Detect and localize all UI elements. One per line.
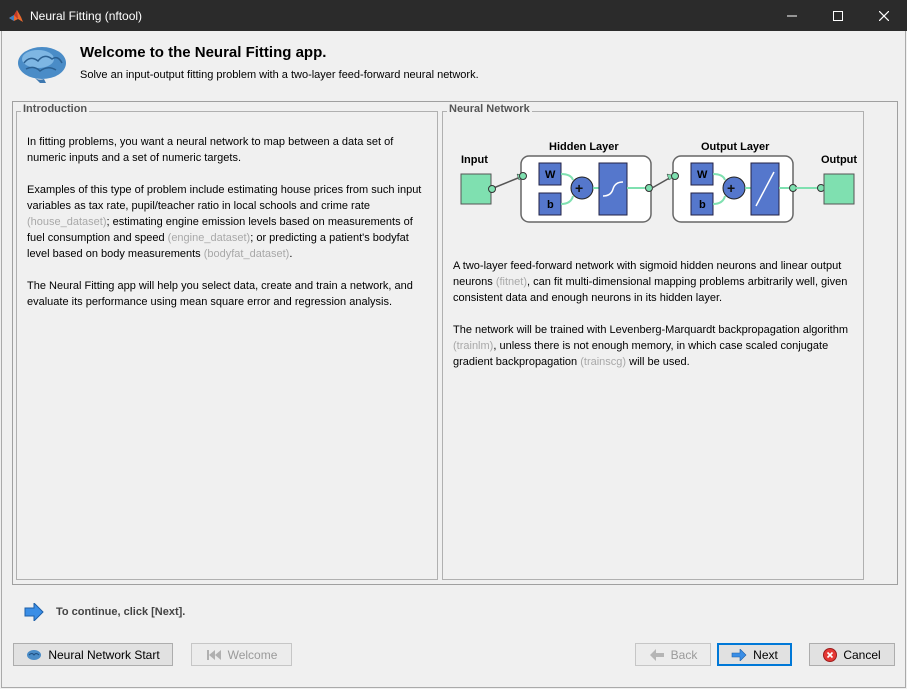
arrow-right-icon bbox=[24, 603, 44, 621]
maximize-button[interactable] bbox=[815, 0, 861, 31]
neural-network-legend: Neural Network bbox=[447, 103, 532, 115]
cancel-button[interactable]: Cancel bbox=[809, 643, 895, 666]
title-bar: Neural Fitting (nftool) bbox=[0, 0, 907, 31]
engine-dataset-link[interactable]: (engine_dataset) bbox=[168, 232, 251, 244]
minimize-icon bbox=[787, 15, 797, 16]
continue-text: To continue, click [Next]. bbox=[56, 606, 186, 618]
brain-icon bbox=[18, 47, 66, 83]
input-label: Input bbox=[461, 154, 488, 166]
hidden-layer-label: Hidden Layer bbox=[549, 141, 619, 153]
introduction-group: Introduction In fitting problems, you wa… bbox=[16, 103, 438, 580]
trainscg-link[interactable]: (trainscg) bbox=[580, 356, 626, 368]
content-panel: Introduction In fitting problems, you wa… bbox=[12, 101, 898, 585]
close-button[interactable] bbox=[861, 0, 907, 31]
arrow-left-icon bbox=[649, 648, 664, 661]
intro-paragraph-1: In fitting problems, you want a neural n… bbox=[27, 136, 394, 164]
next-button[interactable]: Next bbox=[717, 643, 792, 666]
fitnet-link[interactable]: (fitnet) bbox=[496, 276, 527, 288]
window-title: Neural Fitting (nftool) bbox=[30, 8, 143, 23]
arrow-right-icon bbox=[731, 648, 747, 661]
bodyfat-dataset-link[interactable]: (bodyfat_dataset) bbox=[204, 248, 290, 260]
skip-back-icon bbox=[206, 649, 221, 660]
trainlm-link[interactable]: (trainlm) bbox=[453, 340, 493, 352]
page-title: Welcome to the Neural Fitting app. bbox=[80, 44, 327, 61]
cancel-icon bbox=[823, 647, 838, 662]
app-window: Welcome to the Neural Fitting app. Solve… bbox=[1, 31, 906, 688]
hidden-w-label: W bbox=[545, 169, 556, 181]
brain-small-icon bbox=[27, 649, 42, 660]
neural-network-group: Neural Network Input Hidden Layer W b + … bbox=[442, 103, 864, 580]
back-button[interactable]: Back bbox=[635, 643, 711, 666]
intro-paragraph-2: Examples of this type of problem include… bbox=[27, 184, 422, 260]
introduction-legend: Introduction bbox=[21, 103, 90, 115]
network-paragraph-1: A two-layer feed-forward network with si… bbox=[453, 260, 848, 304]
output-node bbox=[823, 173, 855, 205]
hidden-plus-label: + bbox=[575, 180, 583, 196]
output-plus-label: + bbox=[727, 180, 735, 196]
output-layer-label: Output Layer bbox=[701, 141, 770, 153]
matlab-logo-icon bbox=[9, 9, 23, 22]
hidden-b-label: b bbox=[547, 199, 554, 211]
continue-hint: To continue, click [Next]. bbox=[24, 603, 185, 621]
house-dataset-link[interactable]: (house_dataset) bbox=[27, 216, 107, 228]
page-subtitle: Solve an input-output fitting problem wi… bbox=[80, 69, 479, 81]
network-text: A two-layer feed-forward network with si… bbox=[453, 258, 859, 386]
header: Welcome to the Neural Fitting app. Solve… bbox=[2, 31, 907, 99]
network-paragraph-2: The network will be trained with Levenbe… bbox=[453, 324, 848, 368]
input-node bbox=[460, 173, 492, 205]
neural-network-start-button[interactable]: Neural Network Start bbox=[13, 643, 173, 666]
output-label: Output bbox=[821, 154, 857, 166]
minimize-button[interactable] bbox=[769, 0, 815, 31]
welcome-button[interactable]: Welcome bbox=[191, 643, 292, 666]
network-diagram: Input Hidden Layer W b + Output Layer W … bbox=[460, 141, 857, 223]
maximize-icon bbox=[833, 10, 843, 21]
introduction-text: In fitting problems, you want a neural n… bbox=[27, 134, 427, 326]
close-icon bbox=[879, 10, 889, 21]
output-w-label: W bbox=[697, 169, 708, 181]
intro-paragraph-3: The Neural Fitting app will help you sel… bbox=[27, 280, 413, 308]
output-b-label: b bbox=[699, 199, 706, 211]
